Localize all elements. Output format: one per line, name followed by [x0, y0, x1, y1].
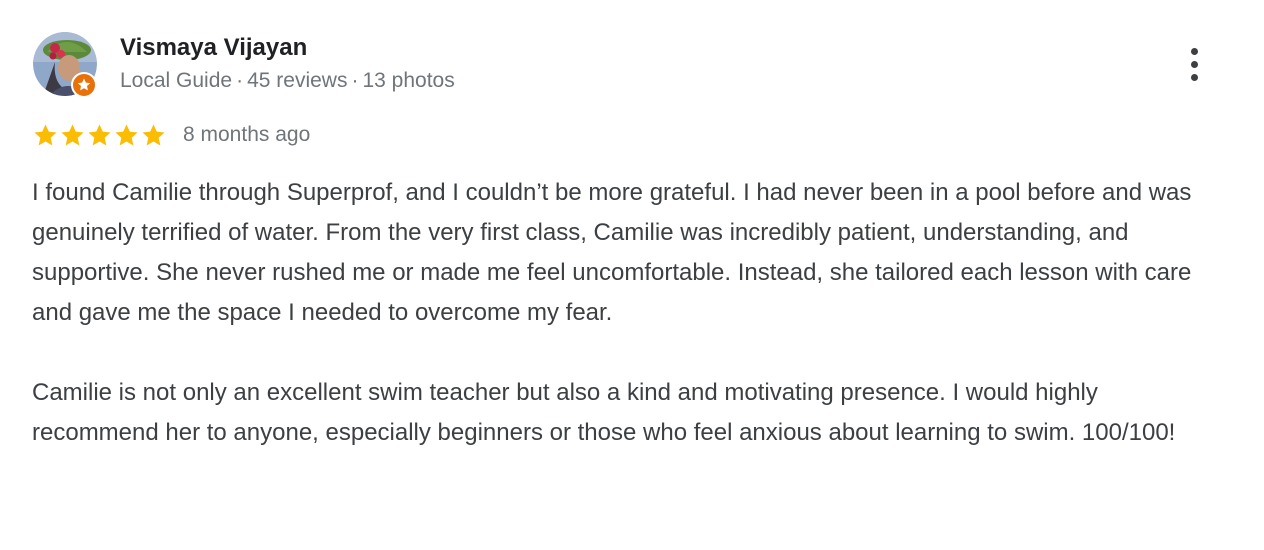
- guide-level: Local Guide: [120, 69, 233, 92]
- review-paragraph: I found Camilie through Superprof, and I…: [32, 179, 1192, 326]
- star-rating: [32, 122, 167, 149]
- star-icon: [61, 123, 84, 146]
- rating-row: 8 months ago: [32, 120, 310, 150]
- local-guide-badge-icon: [71, 72, 97, 98]
- star-icon: [142, 123, 165, 146]
- meta-separator: ·: [236, 69, 244, 92]
- reviewer-avatar[interactable]: [33, 32, 97, 98]
- more-options-button[interactable]: [1176, 42, 1212, 86]
- review-paragraph: Camilie is not only an excellent swim te…: [32, 379, 1176, 446]
- more-vert-icon: [1190, 47, 1198, 55]
- reviewer-name[interactable]: Vismaya Vijayan: [120, 33, 307, 63]
- review-text: I found Camilie through Superprof, and I…: [32, 173, 1222, 453]
- reviews-count: 45 reviews: [247, 69, 348, 92]
- star-icon: [115, 123, 138, 146]
- star-icon: [88, 123, 111, 146]
- more-vert-icon: [1190, 73, 1198, 81]
- photos-count: 13 photos: [362, 69, 455, 92]
- reviewer-meta[interactable]: Local Guide · 45 reviews · 13 photos: [120, 68, 455, 94]
- meta-separator: ·: [351, 69, 359, 92]
- review-card: Vismaya Vijayan Local Guide · 45 reviews · 1…: [0, 0, 1264, 550]
- review-time: 8 months ago: [183, 123, 311, 146]
- more-vert-icon: [1190, 60, 1198, 68]
- star-icon: [34, 123, 57, 146]
